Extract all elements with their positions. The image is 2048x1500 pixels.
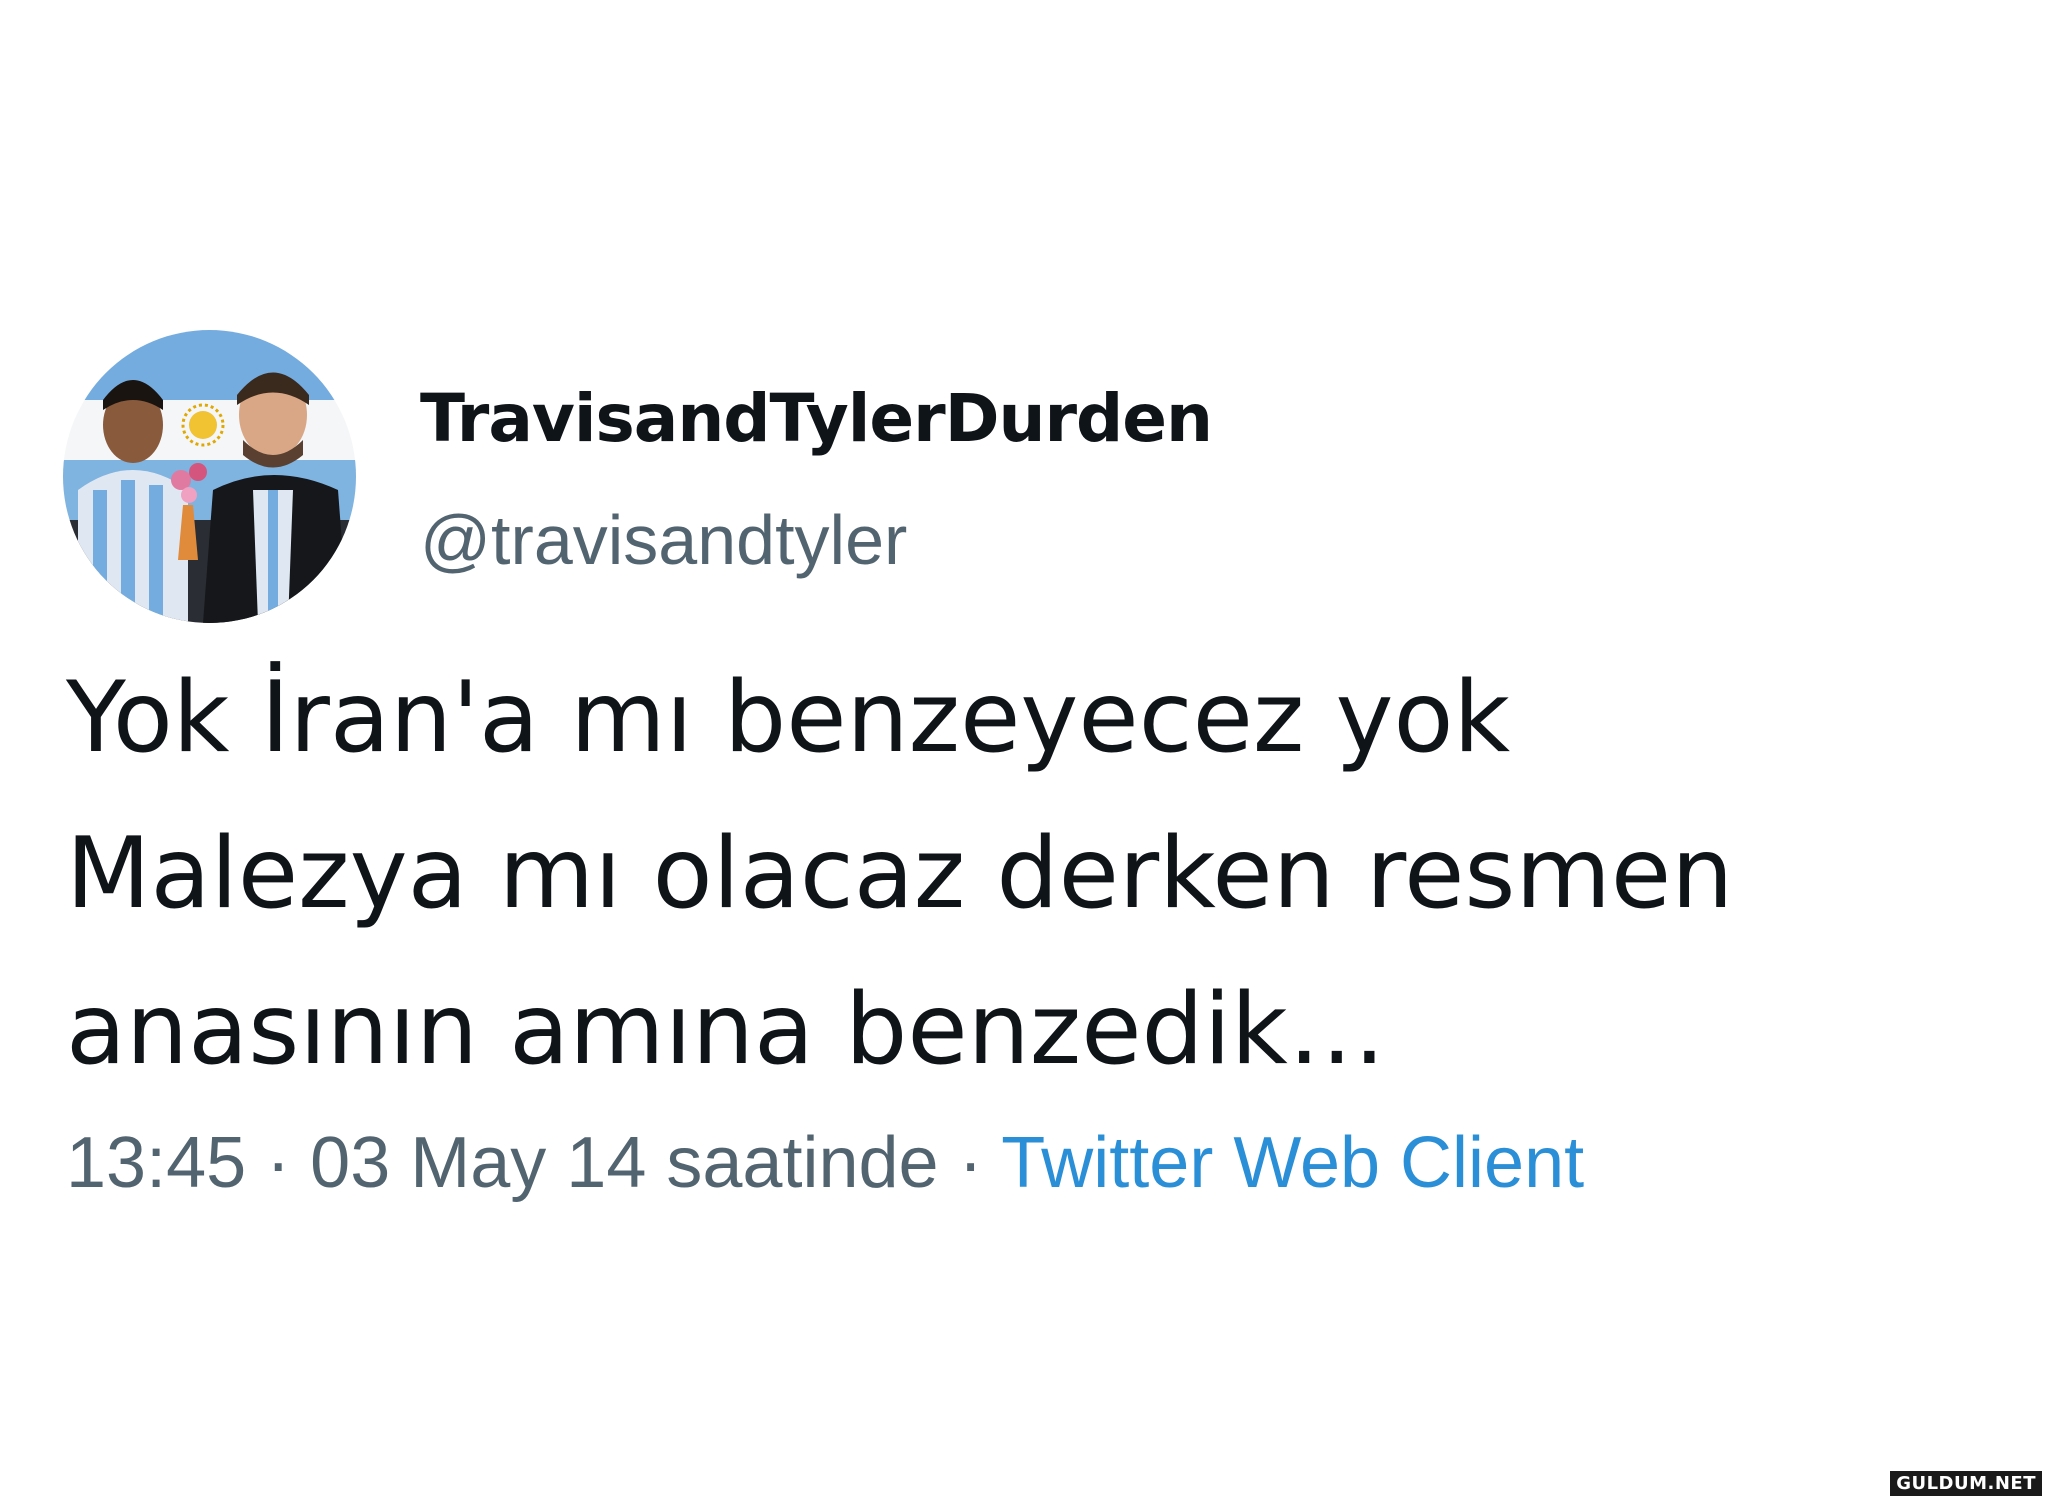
meta-separator: ·	[246, 1123, 311, 1203]
tweet-card: TravisandTylerDurden @travisandtyler Yok…	[0, 0, 2048, 1500]
tweet-source-link[interactable]: Twitter Web Client	[1001, 1123, 1584, 1203]
tweet-text: Yok İran'a mı benzeyecez yok Malezya mı …	[66, 640, 1966, 1108]
display-name[interactable]: TravisandTylerDurden	[420, 380, 1213, 457]
tweet-text-line: Malezya mı olacaz derken resmen	[66, 817, 1734, 931]
user-handle[interactable]: @travisandtyler	[420, 500, 907, 580]
tweet-date[interactable]: 03 May 14 saatinde	[310, 1123, 938, 1203]
watermark-logo: GULDUM.NET	[1890, 1471, 2042, 1496]
tweet-time[interactable]: 13:45	[66, 1123, 246, 1203]
tweet-text-line: anasının amına benzedik…	[66, 973, 1386, 1087]
avatar-image	[63, 330, 356, 623]
meta-separator: ·	[938, 1123, 1002, 1203]
tweet-text-line: Yok İran'a mı benzeyecez yok	[66, 661, 1511, 775]
profile-avatar[interactable]	[63, 330, 356, 623]
tweet-metadata: 13:45 · 03 May 14 saatinde · Twitter Web…	[66, 1122, 1584, 1204]
